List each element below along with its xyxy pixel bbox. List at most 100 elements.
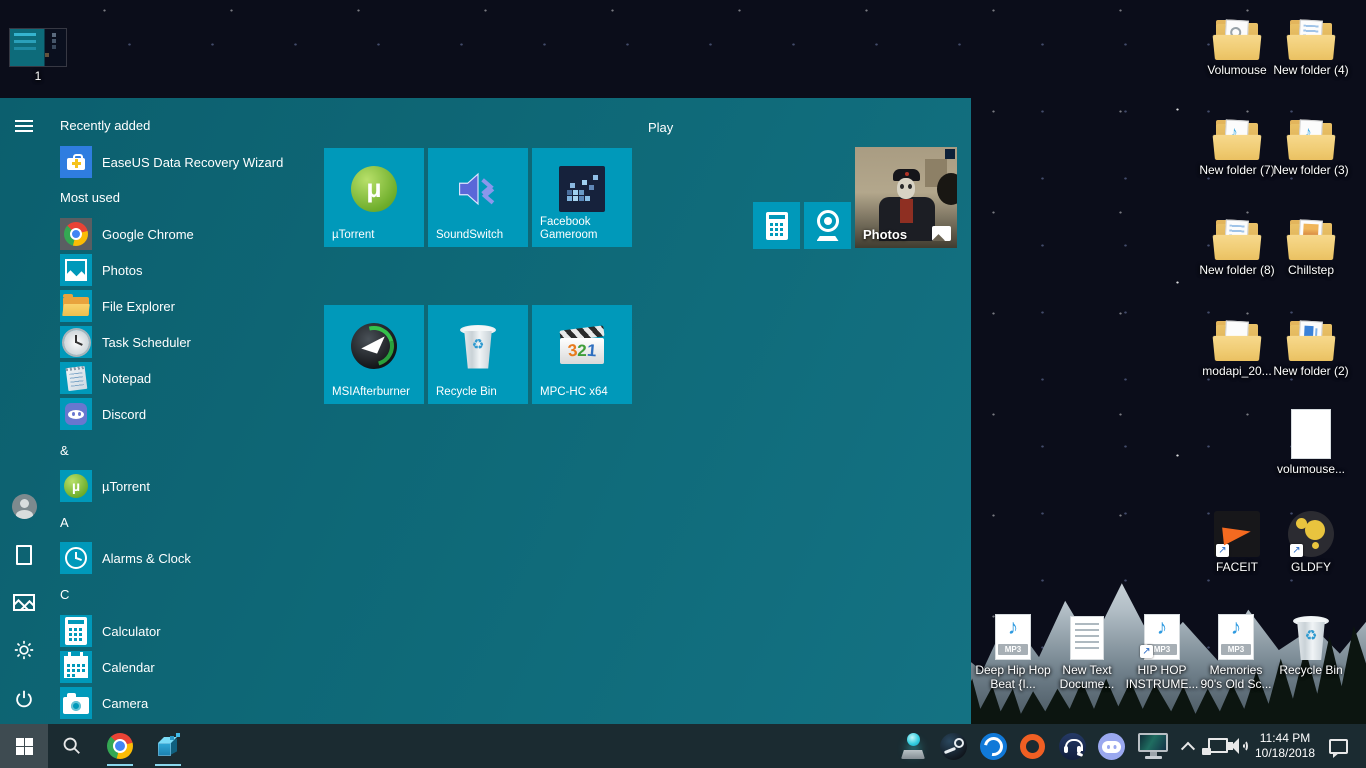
section-a: A (60, 515, 69, 530)
app-camera[interactable]: Camera (60, 687, 322, 719)
desktop-icon-hip-hop-instrumental[interactable]: MP3 HIP HOP INSTRUME... (1124, 612, 1200, 691)
tile-group-label-play[interactable]: Play (648, 120, 673, 135)
taskbar-clock[interactable]: 11:44 PM 10/18/2018 (1252, 724, 1318, 768)
file-explorer-icon (60, 290, 92, 322)
tile-soundswitch[interactable]: SoundSwitch (428, 148, 528, 247)
soundswitch-icon (455, 168, 501, 210)
easeus-icon (60, 146, 92, 178)
desktop-icon-label: FACEIT (1199, 560, 1275, 574)
tray-uplay-button[interactable] (974, 724, 1012, 768)
desktop-icon-label: Recycle Bin (1273, 663, 1349, 677)
shortcut-arrow-icon (1216, 544, 1229, 557)
app-utorrent[interactable]: µTorrent (60, 470, 322, 502)
origin-icon (1020, 734, 1045, 759)
desktop-icon-chillstep[interactable]: Chillstep (1273, 212, 1349, 277)
desktop-icon-screenshot-1[interactable]: 1 (6, 18, 70, 83)
tray-monitor-app-button[interactable] (1132, 724, 1174, 768)
taskbar-chrome-button[interactable] (96, 724, 144, 768)
wallpaper-engine-icon (898, 731, 928, 761)
app-calculator[interactable]: Calculator (60, 615, 322, 647)
desktop-icon-volumouse[interactable]: Volumouse (1199, 12, 1275, 77)
app-task-scheduler[interactable]: Task Scheduler (60, 326, 322, 358)
tile-msi-afterburner[interactable]: MSIAfterburner (324, 305, 424, 404)
mp3-file-icon: MP3 (1144, 614, 1180, 660)
tile-recycle-bin[interactable]: ♻ Recycle Bin (428, 305, 528, 404)
app-file-explorer[interactable]: File Explorer (60, 290, 322, 322)
desktop-icon-deep-hip-hop[interactable]: MP3 Deep Hip Hop Beat {I... (975, 612, 1051, 691)
desktop-icon-new-folder-8[interactable]: New folder (8) (1199, 212, 1275, 277)
ethernet-network-icon (1202, 738, 1225, 755)
desktop-icon-label: modapi_20... (1199, 364, 1275, 378)
desktop-icon-new-folder-3[interactable]: New folder (3) (1273, 112, 1349, 177)
tray-wallpaper-engine-button[interactable] (894, 724, 932, 768)
tray-volume-button[interactable] (1226, 724, 1252, 768)
section-symbol: & (60, 443, 69, 458)
app-calendar[interactable]: Calendar (60, 651, 322, 683)
shortcut-arrow-icon (1290, 544, 1303, 557)
desktop-icon-label: New folder (3) (1273, 163, 1349, 177)
photos-icon (60, 254, 92, 286)
desktop-icon-new-folder-7[interactable]: New folder (7) (1199, 112, 1275, 177)
taskbar-modapi-button[interactable] (144, 724, 192, 768)
app-alarms-clock[interactable]: Alarms & Clock (60, 542, 322, 574)
steam-icon (940, 733, 967, 760)
settings-button[interactable] (0, 628, 48, 672)
folder-plain-icon (1214, 321, 1260, 361)
tray-headset-app-button[interactable] (1053, 724, 1091, 768)
tray-discord-button[interactable] (1092, 724, 1130, 768)
search-icon (62, 736, 82, 756)
tile-photos-live[interactable]: Photos (855, 147, 957, 248)
app-discord[interactable]: Discord (60, 398, 322, 430)
tray-origin-button[interactable] (1013, 724, 1051, 768)
desktop-icon-label: Chillstep (1273, 263, 1349, 277)
app-google-chrome[interactable]: Google Chrome (60, 218, 322, 250)
desktop-icon-new-folder-4[interactable]: New folder (4) (1273, 12, 1349, 77)
utorrent-icon (60, 470, 92, 502)
desktop-icon-modapi[interactable]: modapi_20... (1199, 313, 1275, 378)
pictures-button[interactable] (0, 580, 48, 624)
desktop-icon-label: HIP HOP INSTRUME... (1124, 663, 1200, 691)
tile-mpc-hc[interactable]: 321 MPC-HC x64 (532, 305, 632, 404)
action-center-button[interactable] (1318, 724, 1358, 768)
tray-network-button[interactable] (1200, 724, 1226, 768)
tile-small-maps[interactable] (804, 202, 851, 249)
clock-time: 11:44 PM (1260, 731, 1310, 746)
desktop-icon-volumouse-file[interactable]: volumouse... (1273, 411, 1349, 476)
monitor-icon (1136, 733, 1170, 760)
power-button[interactable] (0, 677, 48, 721)
tile-utorrent[interactable]: µTorrent (324, 148, 424, 247)
tile-facebook-gameroom[interactable]: Facebook Gameroom (532, 148, 632, 247)
desktop-icon-new-text-document[interactable]: New Text Docume... (1049, 612, 1125, 691)
tile-small-calculator[interactable] (753, 202, 800, 249)
calendar-icon (60, 651, 92, 683)
camera-icon (60, 687, 92, 719)
app-photos[interactable]: Photos (60, 254, 322, 286)
uplay-icon (980, 733, 1007, 760)
tray-show-hidden-icons-button[interactable] (1176, 724, 1200, 768)
desktop-icon-label: New folder (7) (1199, 163, 1275, 177)
tray-steam-button[interactable] (934, 724, 972, 768)
headset-icon (1059, 733, 1086, 760)
folder-gears-icon (1214, 20, 1260, 60)
discord-icon (1098, 733, 1125, 760)
msi-afterburner-icon (351, 323, 397, 369)
chrome-icon (60, 218, 92, 250)
desktop-icon-recycle-bin[interactable]: ♻ Recycle Bin (1273, 612, 1349, 677)
running-indicator (155, 764, 181, 766)
chevron-up-icon (1181, 742, 1195, 756)
pictures-icon (13, 594, 35, 611)
mp3-file-icon: MP3 (995, 614, 1031, 660)
desktop-icon-new-folder-2[interactable]: New folder (2) (1273, 313, 1349, 378)
desktop-icon-gldfy[interactable]: GLDFY (1273, 509, 1349, 574)
section-most-used: Most used (60, 190, 120, 205)
app-notepad[interactable]: Notepad (60, 362, 322, 394)
documents-button[interactable] (0, 533, 48, 577)
start-button[interactable] (0, 724, 48, 768)
desktop-icon-memories[interactable]: MP3 Memories 90's Old Sc... (1198, 612, 1274, 691)
utorrent-icon (351, 166, 397, 212)
search-button[interactable] (48, 724, 96, 768)
app-easeus-data-recovery[interactable]: EaseUS Data Recovery Wizard (60, 146, 322, 178)
user-account-button[interactable] (0, 484, 48, 528)
expand-menu-button[interactable] (0, 104, 48, 148)
desktop-icon-faceit[interactable]: FACEIT (1199, 509, 1275, 574)
